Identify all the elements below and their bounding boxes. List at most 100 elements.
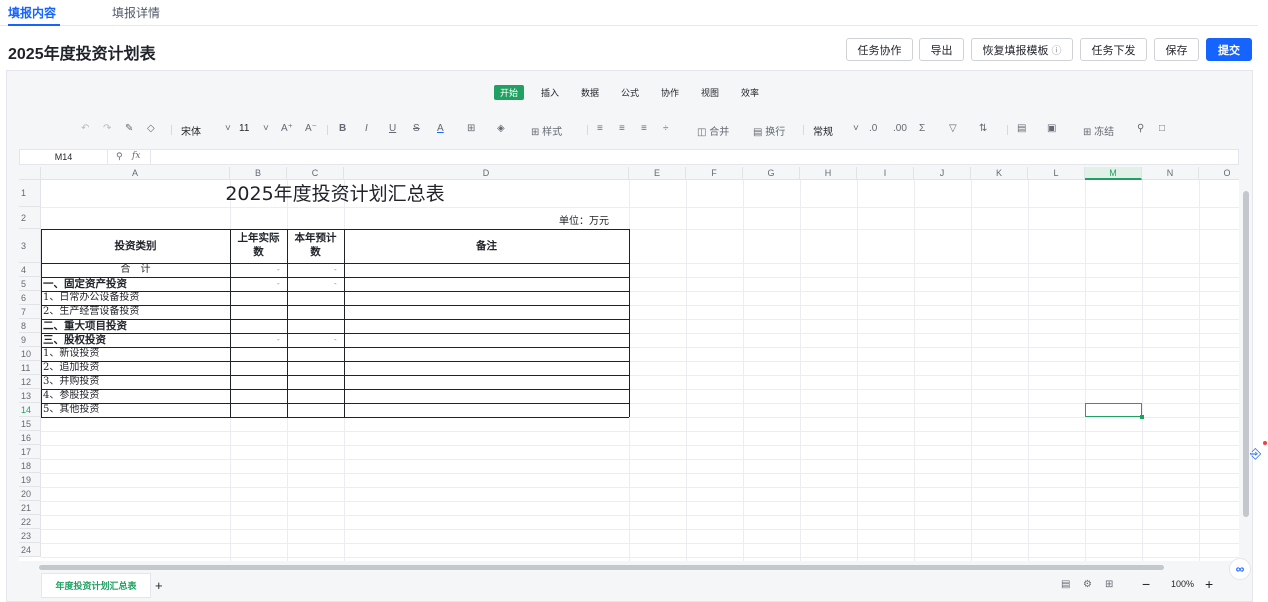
- row-header-24[interactable]: 24: [19, 543, 41, 557]
- chevron-down-icon[interactable]: ˅: [225, 123, 231, 134]
- row-header-1[interactable]: 1: [19, 180, 41, 207]
- font-grow-icon[interactable]: A⁺: [281, 123, 293, 134]
- name-box[interactable]: M14: [20, 150, 108, 164]
- sheet-grid[interactable]: A B C D E F G H I J K L M N O 1 2 3 4 5 6 7 8 9 10 11 12 13 14 15 16 17…: [19, 167, 1239, 561]
- align-right-icon[interactable]: ≡: [641, 123, 647, 134]
- save-button[interactable]: 保存: [1154, 38, 1199, 61]
- format-painter-icon[interactable]: ✎: [125, 123, 133, 134]
- row-header-6[interactable]: 6: [19, 291, 41, 305]
- export-button[interactable]: 导出: [919, 38, 964, 61]
- sort-icon[interactable]: ⇅: [979, 123, 987, 134]
- bell-icon[interactable]: ⎆: [1250, 445, 1261, 462]
- row-header-7[interactable]: 7: [19, 305, 41, 319]
- selected-cell[interactable]: [1085, 403, 1142, 417]
- chevron-down-icon[interactable]: ˅: [853, 123, 859, 134]
- function-icon[interactable]: fx: [132, 151, 140, 161]
- menu-tab-formula[interactable]: 公式: [621, 86, 639, 99]
- column-header-d[interactable]: D: [344, 167, 629, 180]
- number-format-select[interactable]: 常规: [813, 123, 833, 138]
- increase-decimal-icon[interactable]: .0: [869, 123, 877, 134]
- column-header-k[interactable]: K: [971, 167, 1028, 180]
- row-header-21[interactable]: 21: [19, 501, 41, 515]
- zoom-out-button[interactable]: −: [1142, 576, 1150, 592]
- column-header-b[interactable]: B: [230, 167, 287, 180]
- formula-input[interactable]: [154, 150, 1234, 164]
- font-color-icon[interactable]: A: [437, 123, 444, 134]
- row-header-5[interactable]: 5: [19, 277, 41, 291]
- search-icon[interactable]: ⚲: [1137, 123, 1144, 134]
- settings-icon[interactable]: ⚙: [1083, 579, 1092, 590]
- row-header-20[interactable]: 20: [19, 487, 41, 501]
- wrap-menu[interactable]: ▤ 换行: [753, 123, 785, 138]
- save-icon[interactable]: □: [1159, 123, 1165, 134]
- row-header-23[interactable]: 23: [19, 529, 41, 543]
- row-header-14[interactable]: 14: [19, 403, 41, 417]
- row-header-8[interactable]: 8: [19, 319, 41, 333]
- menu-tab-insert[interactable]: 插入: [541, 86, 559, 99]
- sum-icon[interactable]: Σ: [919, 123, 925, 134]
- horizontal-scrollbar[interactable]: [39, 565, 1164, 570]
- chart-icon[interactable]: ▤: [1017, 123, 1026, 134]
- column-header-i[interactable]: I: [857, 167, 914, 180]
- menu-tab-collab[interactable]: 协作: [661, 86, 679, 99]
- row-header-11[interactable]: 11: [19, 361, 41, 375]
- font-family-select[interactable]: 宋体: [181, 123, 201, 138]
- row-header-16[interactable]: 16: [19, 431, 41, 445]
- zoom-level[interactable]: 100%: [1171, 579, 1194, 589]
- menu-tab-data[interactable]: 数据: [581, 86, 599, 99]
- column-header-o[interactable]: O: [1199, 167, 1239, 180]
- column-header-m[interactable]: M: [1085, 167, 1142, 180]
- task-collab-button[interactable]: 任务协作: [846, 38, 913, 61]
- submit-button[interactable]: 提交: [1206, 38, 1252, 61]
- row-header-17[interactable]: 17: [19, 445, 41, 459]
- decrease-decimal-icon[interactable]: .00: [893, 123, 907, 134]
- row-header-3[interactable]: 3: [19, 229, 41, 263]
- menu-tab-view[interactable]: 视图: [701, 86, 719, 99]
- restore-template-button[interactable]: 恢复填报模板 ⓘ: [971, 38, 1073, 61]
- menu-tab-start[interactable]: 开始: [494, 85, 525, 100]
- fill-color-icon[interactable]: ◈: [497, 123, 505, 134]
- column-header-n[interactable]: N: [1142, 167, 1199, 180]
- italic-icon[interactable]: I: [365, 123, 368, 134]
- clear-format-icon[interactable]: ◇: [147, 123, 155, 134]
- add-sheet-button[interactable]: +: [155, 578, 163, 593]
- style-menu[interactable]: ⊞ 样式: [531, 123, 562, 138]
- task-dispatch-button[interactable]: 任务下发: [1080, 38, 1147, 61]
- column-header-j[interactable]: J: [914, 167, 971, 180]
- align-left-icon[interactable]: ≡: [597, 123, 603, 134]
- bold-icon[interactable]: B: [339, 123, 346, 134]
- zoom-in-button[interactable]: +: [1205, 576, 1213, 592]
- underline-icon[interactable]: U: [389, 123, 396, 134]
- row-header-19[interactable]: 19: [19, 473, 41, 487]
- sheet-status-icon[interactable]: ▤: [1061, 579, 1070, 590]
- tab-fill-content[interactable]: 填报内容: [8, 4, 56, 21]
- column-header-g[interactable]: G: [743, 167, 800, 180]
- chevron-down-icon[interactable]: ˅: [263, 123, 269, 134]
- column-header-h[interactable]: H: [800, 167, 857, 180]
- assistant-icon[interactable]: ∞: [1229, 558, 1251, 580]
- column-header-l[interactable]: L: [1028, 167, 1085, 180]
- sheet-tab[interactable]: 年度投资计划汇总表: [41, 573, 151, 598]
- font-shrink-icon[interactable]: A⁻: [305, 123, 317, 134]
- freeze-menu[interactable]: ⊞ 冻结: [1083, 123, 1114, 138]
- row-header-15[interactable]: 15: [19, 417, 41, 431]
- row-header-22[interactable]: 22: [19, 515, 41, 529]
- menu-tab-efficiency[interactable]: 效率: [741, 86, 759, 99]
- zoom-find-icon[interactable]: ⚲: [116, 151, 123, 162]
- undo-icon[interactable]: ↶: [81, 123, 89, 134]
- filter-icon[interactable]: ▽: [949, 123, 957, 134]
- view-mode-icon[interactable]: ⊞: [1105, 579, 1113, 590]
- row-header-12[interactable]: 12: [19, 375, 41, 389]
- merge-menu[interactable]: ◫ 合并: [697, 123, 729, 138]
- column-header-a[interactable]: A: [41, 167, 230, 180]
- row-header-9[interactable]: 9: [19, 333, 41, 347]
- row-header-10[interactable]: 10: [19, 347, 41, 361]
- redo-icon[interactable]: ↷: [103, 123, 111, 134]
- border-icon[interactable]: ⊞: [467, 123, 475, 134]
- strikethrough-icon[interactable]: S: [413, 123, 420, 134]
- vertical-align-icon[interactable]: ÷: [663, 123, 669, 134]
- tab-fill-details[interactable]: 填报详情: [112, 4, 160, 21]
- fill-handle[interactable]: [1140, 415, 1144, 419]
- vertical-scrollbar[interactable]: [1243, 191, 1249, 517]
- align-center-icon[interactable]: ≡: [619, 123, 625, 134]
